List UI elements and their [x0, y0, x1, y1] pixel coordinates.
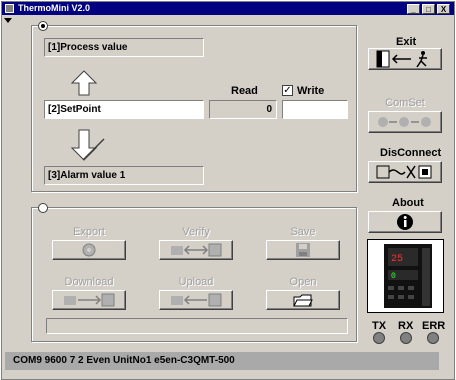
exit-icon — [376, 50, 427, 68]
open-button[interactable] — [266, 290, 340, 310]
title-bar[interactable]: ThermoMini V2.0 _ □ X — [2, 2, 454, 15]
svg-text:0: 0 — [391, 272, 396, 281]
tx-led — [373, 332, 385, 344]
save-label: Save — [290, 226, 316, 238]
open-label: Open — [289, 276, 317, 288]
maximize-button[interactable]: □ — [422, 4, 435, 14]
download-label: Download — [64, 276, 114, 288]
upload-label: Upload — [178, 276, 214, 288]
floppy-disk-icon — [296, 243, 310, 257]
app-icon — [5, 4, 14, 13]
disconnect-icon — [376, 165, 432, 179]
write-label: Write — [297, 85, 325, 97]
rx-label: RX — [398, 320, 414, 332]
export-button[interactable] — [52, 240, 126, 260]
alarm-value-field: [3]Alarm value 1 — [44, 166, 204, 185]
verify-label: Verify — [182, 226, 210, 238]
disconnect-button[interactable] — [368, 161, 442, 183]
close-button[interactable]: X — [437, 4, 450, 14]
read-label: Read — [231, 85, 258, 97]
setpoint-field: [2]SetPoint — [44, 100, 204, 119]
progress-bar — [46, 318, 348, 334]
upload-button[interactable] — [159, 290, 233, 310]
disconnect-label: DisConnect — [380, 147, 442, 159]
svg-text:25: 25 — [391, 254, 403, 265]
read-value-field: 0 — [209, 100, 277, 119]
alarm-arrow-icon — [71, 129, 105, 161]
minimize-button[interactable]: _ — [407, 4, 420, 14]
comset-icon — [378, 117, 431, 127]
save-button[interactable] — [266, 240, 340, 260]
values-radio[interactable] — [38, 21, 48, 31]
rx-led — [400, 332, 412, 344]
err-led — [427, 332, 439, 344]
window-title: ThermoMini V2.0 — [18, 3, 91, 13]
collapse-arrow-icon[interactable] — [4, 17, 14, 25]
download-button[interactable] — [52, 290, 126, 310]
transfer-radio[interactable] — [38, 203, 48, 213]
export-icon — [82, 243, 96, 257]
verify-icon — [171, 243, 222, 257]
verify-button[interactable] — [159, 240, 233, 260]
tx-label: TX — [372, 320, 387, 332]
write-checkbox[interactable]: ✓ — [282, 85, 293, 96]
about-button[interactable] — [368, 211, 442, 233]
open-folder-icon — [293, 294, 313, 307]
status-bar: COM9 9600 7 2 Even UnitNo1 e5en-C3QMT-50… — [5, 352, 439, 370]
comset-button[interactable] — [368, 111, 442, 133]
err-label: ERR — [422, 320, 446, 332]
upload-icon — [171, 293, 222, 307]
download-icon — [64, 293, 115, 307]
export-label: Export — [73, 226, 105, 238]
info-icon — [397, 214, 413, 230]
comset-label: ComSet — [385, 97, 425, 109]
arrow-up-icon — [71, 70, 97, 96]
process-value-field: [1]Process value — [44, 38, 204, 57]
exit-label: Exit — [396, 36, 417, 48]
exit-button[interactable] — [368, 48, 442, 70]
about-label: About — [392, 197, 424, 209]
device-image: 25 0 — [367, 239, 444, 313]
write-value-input[interactable] — [282, 100, 348, 119]
